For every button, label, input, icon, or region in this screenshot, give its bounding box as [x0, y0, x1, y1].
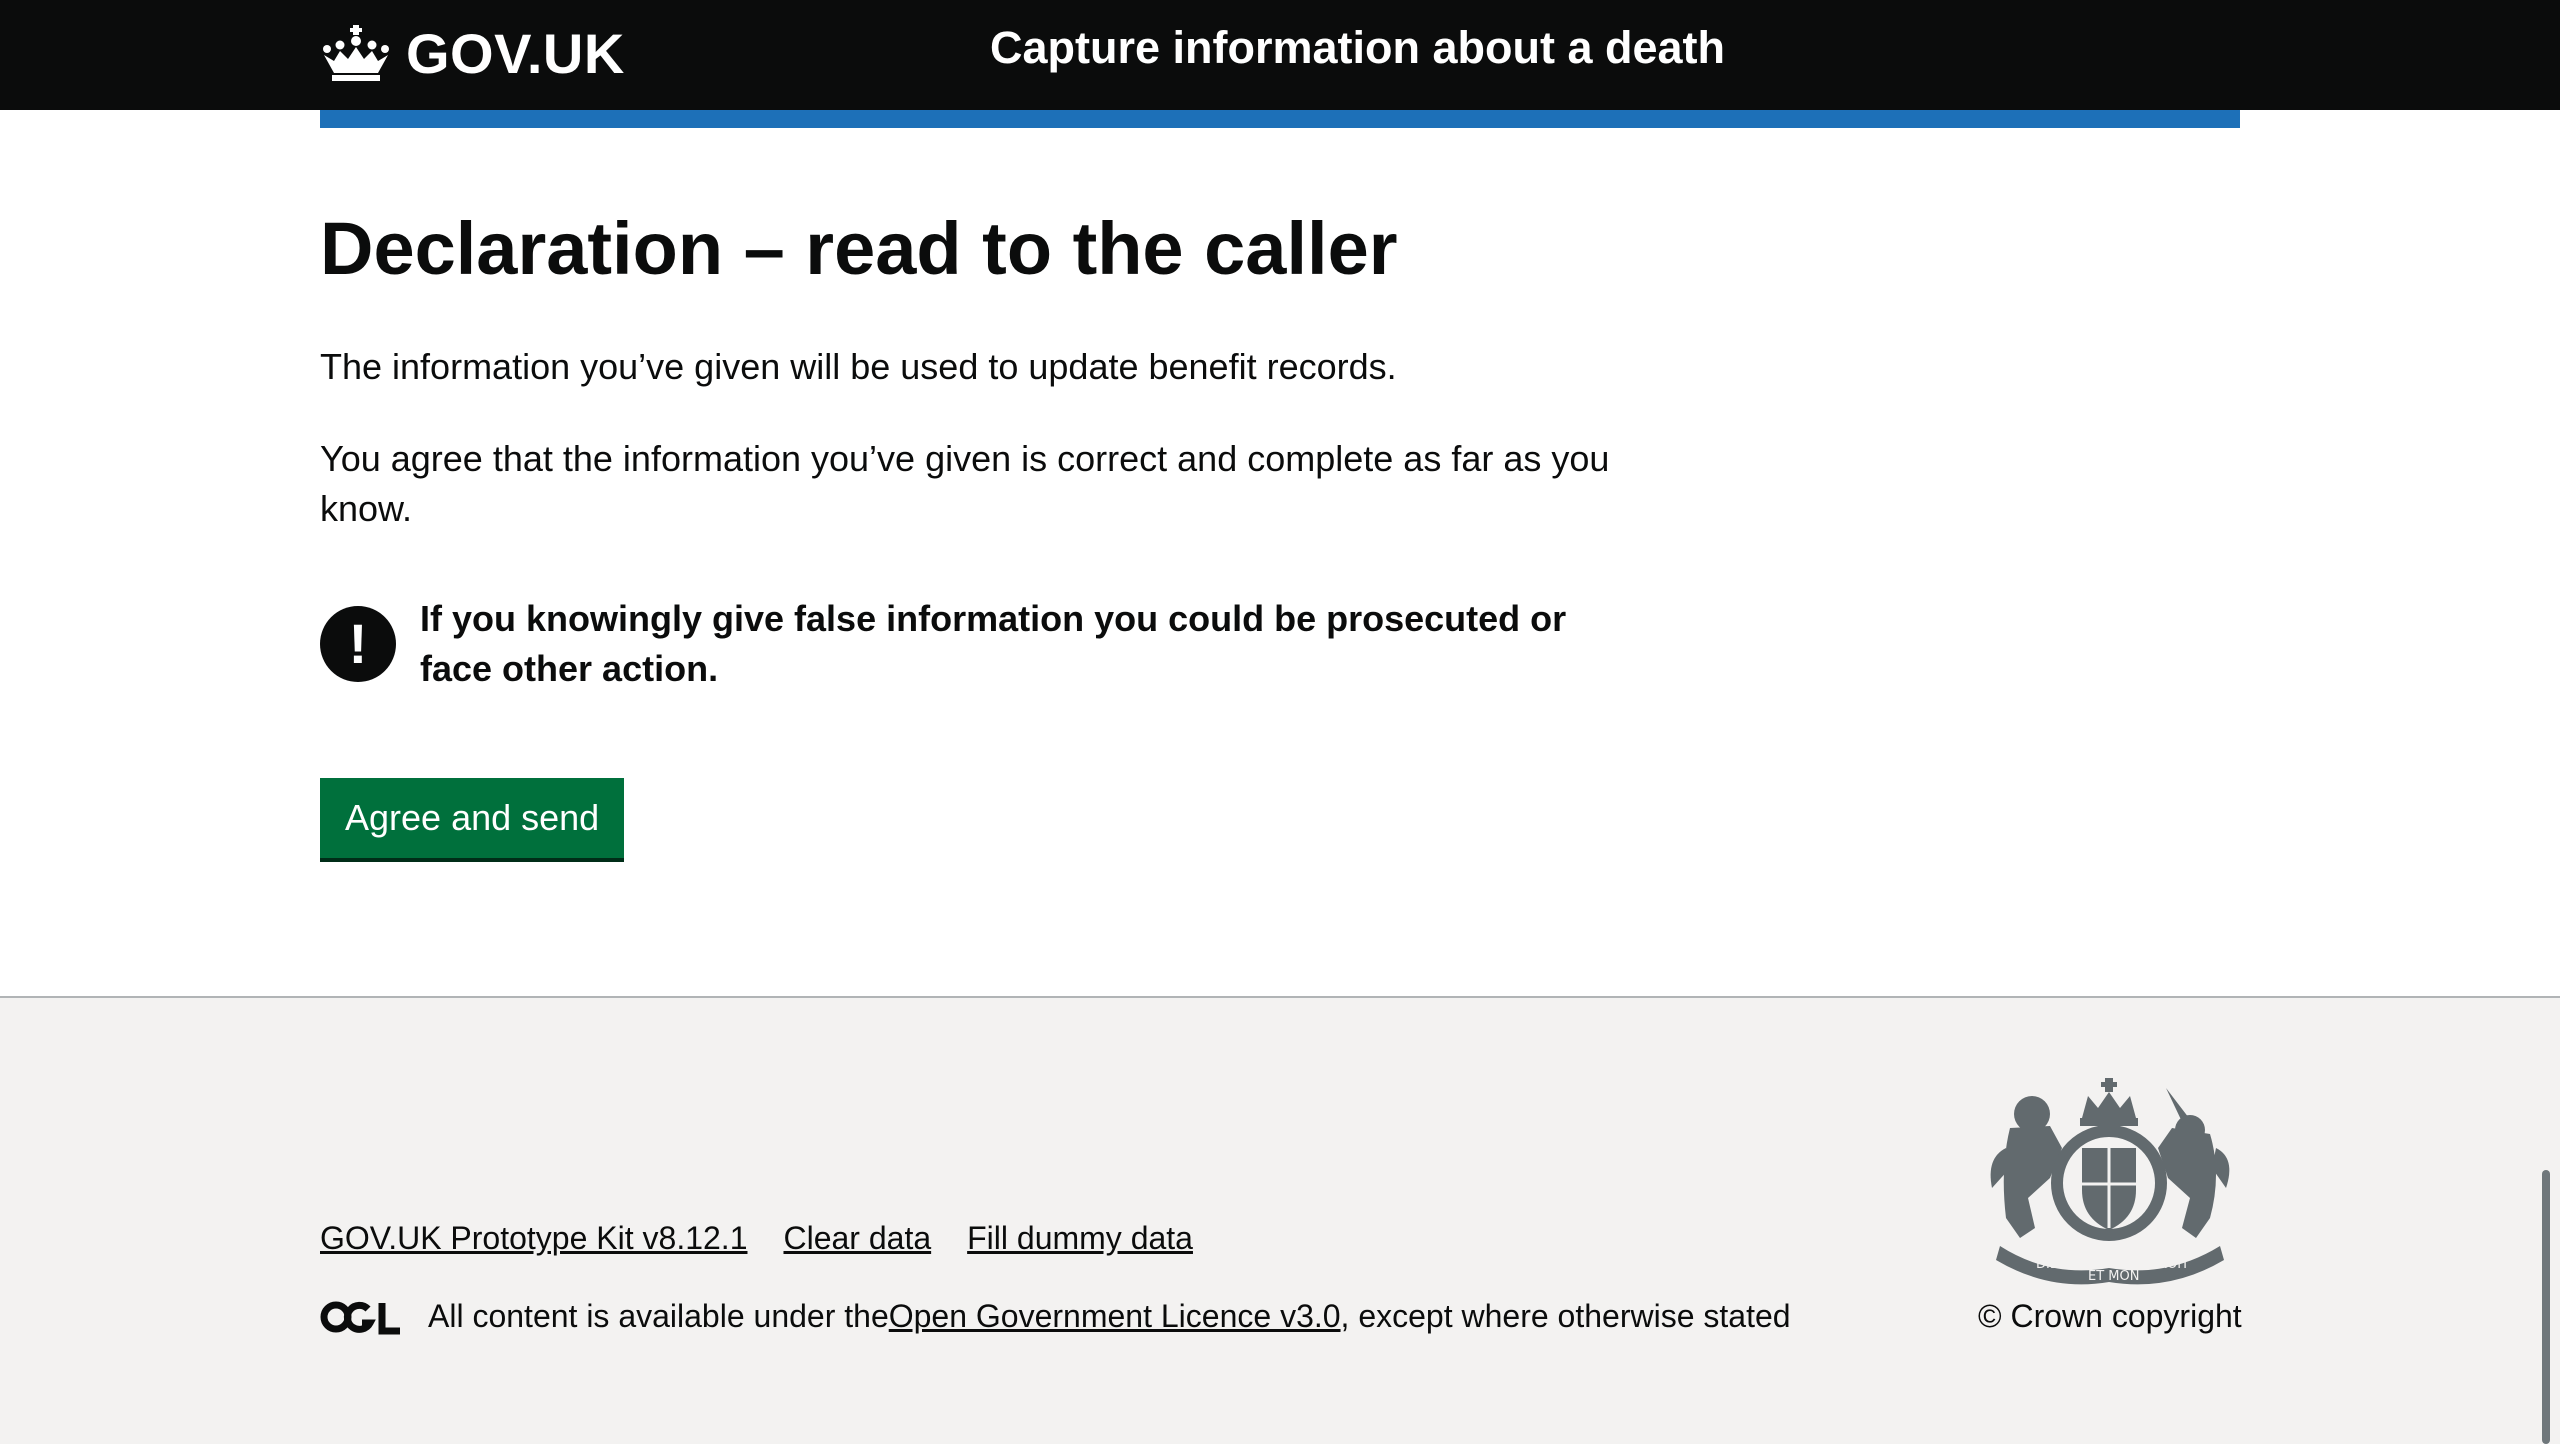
footer-link-prototype-kit[interactable]: GOV.UK Prototype Kit v8.12.1 — [320, 1220, 747, 1257]
paragraph-agreement: You agree that the information you’ve gi… — [320, 438, 1610, 529]
licence-statement: All content is available under the Open … — [320, 1298, 1791, 1335]
site-footer: GOV.UK Prototype Kit v8.12.1 Clear data … — [0, 996, 2560, 1444]
service-name-link[interactable]: Capture information about a death — [990, 22, 1725, 74]
paragraph-benefit-records: The information you’ve given will be use… — [320, 346, 1397, 387]
govuk-logo-link[interactable]: GOV.UK — [320, 18, 625, 88]
crest-motto-left: DIEU — [2036, 1257, 2068, 1272]
crown-copyright-link[interactable]: © Crown copyright — [1978, 1298, 2242, 1335]
page-title: Declaration – read to the caller — [320, 207, 1398, 290]
copyright-text: © Crown copyright — [1978, 1298, 2242, 1334]
open-government-licence-link[interactable]: Open Government Licence v3.0 — [889, 1298, 1341, 1335]
crest-motto-right: DROIT — [2148, 1257, 2189, 1272]
agree-and-send-button[interactable]: Agree and send — [320, 778, 625, 858]
royal-coat-of-arms-icon: DIEU ET MON DROIT — [1990, 1078, 2230, 1285]
ogl-logo-icon — [320, 1301, 400, 1334]
footer-link-clear-data[interactable]: Clear data — [783, 1220, 931, 1257]
crest-motto-center: ET MON — [2088, 1269, 2139, 1284]
licence-prefix: All content is available under the — [428, 1298, 889, 1334]
licence-suffix: , except where otherwise stated — [1340, 1298, 1791, 1334]
exclamation-icon: ! — [320, 606, 396, 682]
site-header: GOV.UK Capture information about a death — [0, 0, 2560, 110]
warning-message: If you knowingly give false information … — [420, 598, 1567, 689]
crown-icon — [323, 25, 389, 81]
page-scrollbar[interactable] — [2542, 1170, 2550, 1444]
header-accent-bar — [320, 110, 2240, 128]
footer-link-fill-dummy-data[interactable]: Fill dummy data — [967, 1220, 1193, 1257]
logo-text: GOV.UK — [406, 21, 625, 85]
footer-links: GOV.UK Prototype Kit v8.12.1 Clear data … — [320, 1220, 1229, 1257]
